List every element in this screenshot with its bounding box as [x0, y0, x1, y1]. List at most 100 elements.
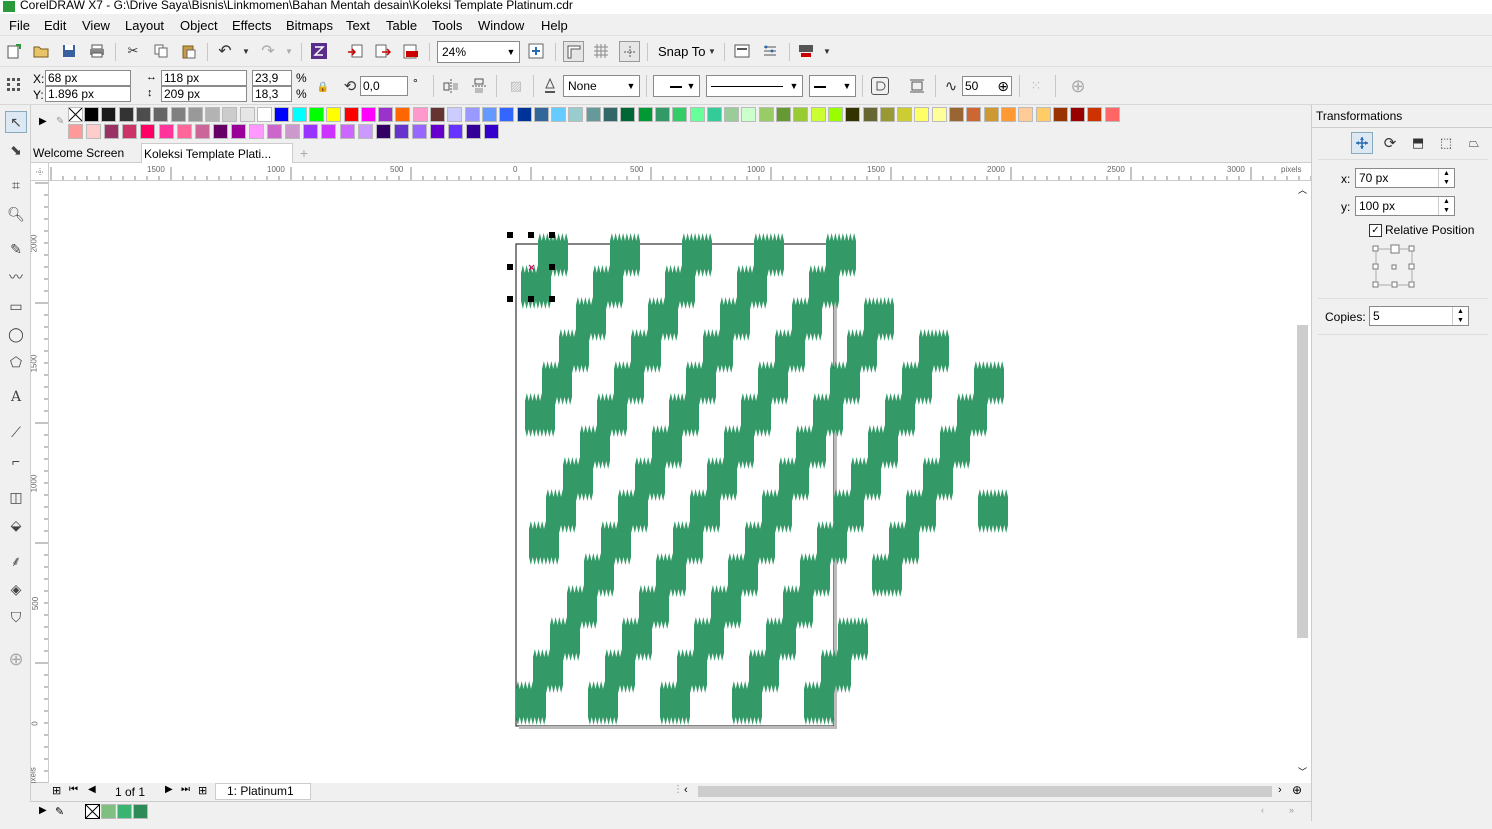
color-swatch[interactable]	[249, 124, 264, 139]
status-eyedropper-icon[interactable]: ✎	[55, 805, 64, 818]
color-swatch[interactable]	[343, 107, 359, 122]
color-swatch[interactable]	[810, 107, 826, 122]
launch-dropdown-icon[interactable]: ▼	[818, 42, 836, 60]
horizontal-ruler[interactable]: 1500 1000 500 0 500 1000 1500 2000 2500 …	[49, 163, 1311, 181]
new-tab-icon[interactable]: +	[294, 143, 312, 163]
color-swatch[interactable]	[983, 107, 999, 122]
color-swatch[interactable]	[585, 107, 601, 122]
smoothing-field[interactable]: 50 ⊕	[962, 76, 1012, 96]
color-swatch[interactable]	[339, 124, 355, 139]
color-swatch[interactable]	[291, 107, 307, 122]
page-tab[interactable]: 1: Platinum1	[215, 783, 311, 800]
next-page-icon[interactable]: ▶	[165, 784, 173, 795]
color-swatch[interactable]	[466, 124, 482, 139]
rotation-angle-field[interactable]: 0,0	[360, 76, 408, 96]
show-grid-icon[interactable]	[592, 42, 610, 60]
outline-width-dropdown[interactable]: None ▼	[563, 75, 640, 97]
color-swatch[interactable]	[672, 107, 688, 122]
menu-bitmaps[interactable]: Bitmaps	[286, 18, 333, 33]
document-color-swatch[interactable]	[117, 804, 132, 819]
document-color-swatch[interactable]	[133, 804, 148, 819]
relative-position-checkbox[interactable]: ✓	[1369, 224, 1382, 237]
color-swatch[interactable]	[533, 107, 549, 122]
start-arrowhead-dropdown[interactable]: ▼	[653, 75, 700, 97]
color-swatch[interactable]	[966, 107, 982, 122]
zoom-navigator-icon[interactable]: ⊕	[1292, 783, 1302, 797]
color-eyedropper-tool-icon[interactable]: ⸙	[5, 550, 27, 572]
color-swatch[interactable]	[1052, 107, 1068, 122]
color-swatch[interactable]	[308, 107, 324, 122]
color-swatch[interactable]	[153, 107, 169, 122]
color-swatch[interactable]	[360, 107, 376, 122]
previous-page-icon[interactable]: ◀	[88, 784, 96, 795]
color-swatch[interactable]	[551, 107, 567, 122]
horizontal-scrollbar[interactable]: ‹ › ⊕	[680, 783, 1311, 800]
color-swatch[interactable]	[430, 107, 445, 122]
publish-pdf-icon[interactable]	[402, 42, 420, 60]
last-page-icon[interactable]: ⏭	[181, 784, 190, 795]
horizontal-scroll-thumb[interactable]	[698, 786, 1272, 797]
color-swatch[interactable]	[689, 107, 705, 122]
convert-to-curves-icon[interactable]: ▨	[507, 77, 525, 95]
artistic-media-tool-icon[interactable]: 〰	[5, 266, 27, 288]
add-page-before-icon[interactable]: ⊞	[52, 784, 61, 797]
color-swatch[interactable]	[357, 124, 373, 139]
text-tool-icon[interactable]: A	[5, 386, 27, 408]
snap-to-button[interactable]: Snap To	[658, 44, 705, 59]
color-swatch[interactable]	[375, 124, 391, 139]
copies-field[interactable]: 5 ▲ ▼	[1369, 306, 1469, 326]
width-field[interactable]: 118 px	[161, 70, 247, 86]
add-more-icon[interactable]: ⊕	[1069, 76, 1087, 96]
color-swatch[interactable]	[931, 107, 947, 122]
color-swatch[interactable]	[267, 124, 283, 139]
redo-dropdown-icon[interactable]: ▼	[280, 42, 298, 60]
polygon-tool-icon[interactable]: ⬠	[5, 351, 27, 373]
copy-icon[interactable]	[152, 42, 170, 60]
color-swatch[interactable]	[86, 124, 102, 139]
wrap-text-icon[interactable]	[908, 77, 926, 95]
pick-tool-icon[interactable]: ↖	[5, 111, 27, 133]
new-document-icon[interactable]	[5, 42, 23, 60]
vertical-scroll-thumb[interactable]	[1297, 325, 1308, 638]
position-transform-icon[interactable]	[1351, 132, 1373, 154]
color-swatch[interactable]	[321, 124, 337, 139]
mirror-horizontal-icon[interactable]	[442, 77, 460, 95]
color-swatch[interactable]	[194, 124, 210, 139]
color-swatch[interactable]	[845, 107, 861, 122]
zoom-tool-icon[interactable]: 🔍︎	[5, 203, 27, 225]
tab-welcome-screen[interactable]: Welcome Screen	[31, 143, 139, 163]
scroll-left-icon[interactable]: ‹	[684, 784, 688, 796]
x-position-field[interactable]: 68 px	[45, 70, 131, 86]
line-style-dropdown[interactable]: ▼	[706, 75, 803, 97]
color-swatch[interactable]	[654, 107, 670, 122]
drop-shadow-tool-icon[interactable]: ◫	[5, 486, 27, 508]
color-swatch[interactable]	[239, 107, 255, 122]
search-content-icon[interactable]	[310, 42, 328, 60]
color-swatch[interactable]	[104, 124, 120, 139]
document-color-swatch[interactable]	[101, 804, 116, 819]
color-swatch[interactable]	[949, 107, 964, 122]
extract-subpath-icon[interactable]: ⁙	[1027, 77, 1045, 95]
eyedropper-icon[interactable]: ✎	[56, 116, 64, 127]
color-swatch[interactable]	[914, 107, 930, 122]
color-swatch[interactable]	[1087, 107, 1103, 122]
color-swatch[interactable]	[568, 107, 584, 122]
color-swatch[interactable]	[205, 107, 221, 122]
crop-tool-icon[interactable]: ⌗	[5, 174, 27, 196]
palette-scroll-icon[interactable]: ▶	[39, 116, 47, 127]
show-rulers-icon[interactable]	[563, 41, 584, 62]
no-color-swatch[interactable]	[68, 107, 83, 122]
color-swatch[interactable]	[637, 107, 653, 122]
color-swatch[interactable]	[274, 107, 290, 122]
color-swatch[interactable]	[724, 107, 740, 122]
parallel-dimension-tool-icon[interactable]: ⟋	[5, 421, 27, 443]
paste-icon[interactable]	[180, 42, 198, 60]
spinner-icon[interactable]: ▲ ▼	[1452, 307, 1468, 325]
lock-ratio-icon[interactable]: 🔒	[314, 78, 332, 96]
color-swatch[interactable]	[447, 107, 463, 122]
color-swatch[interactable]	[430, 124, 445, 139]
color-swatch[interactable]	[222, 107, 238, 122]
color-swatch[interactable]	[176, 124, 192, 139]
color-swatch[interactable]	[862, 107, 878, 122]
add-tool-icon[interactable]: ⊕	[5, 648, 27, 670]
